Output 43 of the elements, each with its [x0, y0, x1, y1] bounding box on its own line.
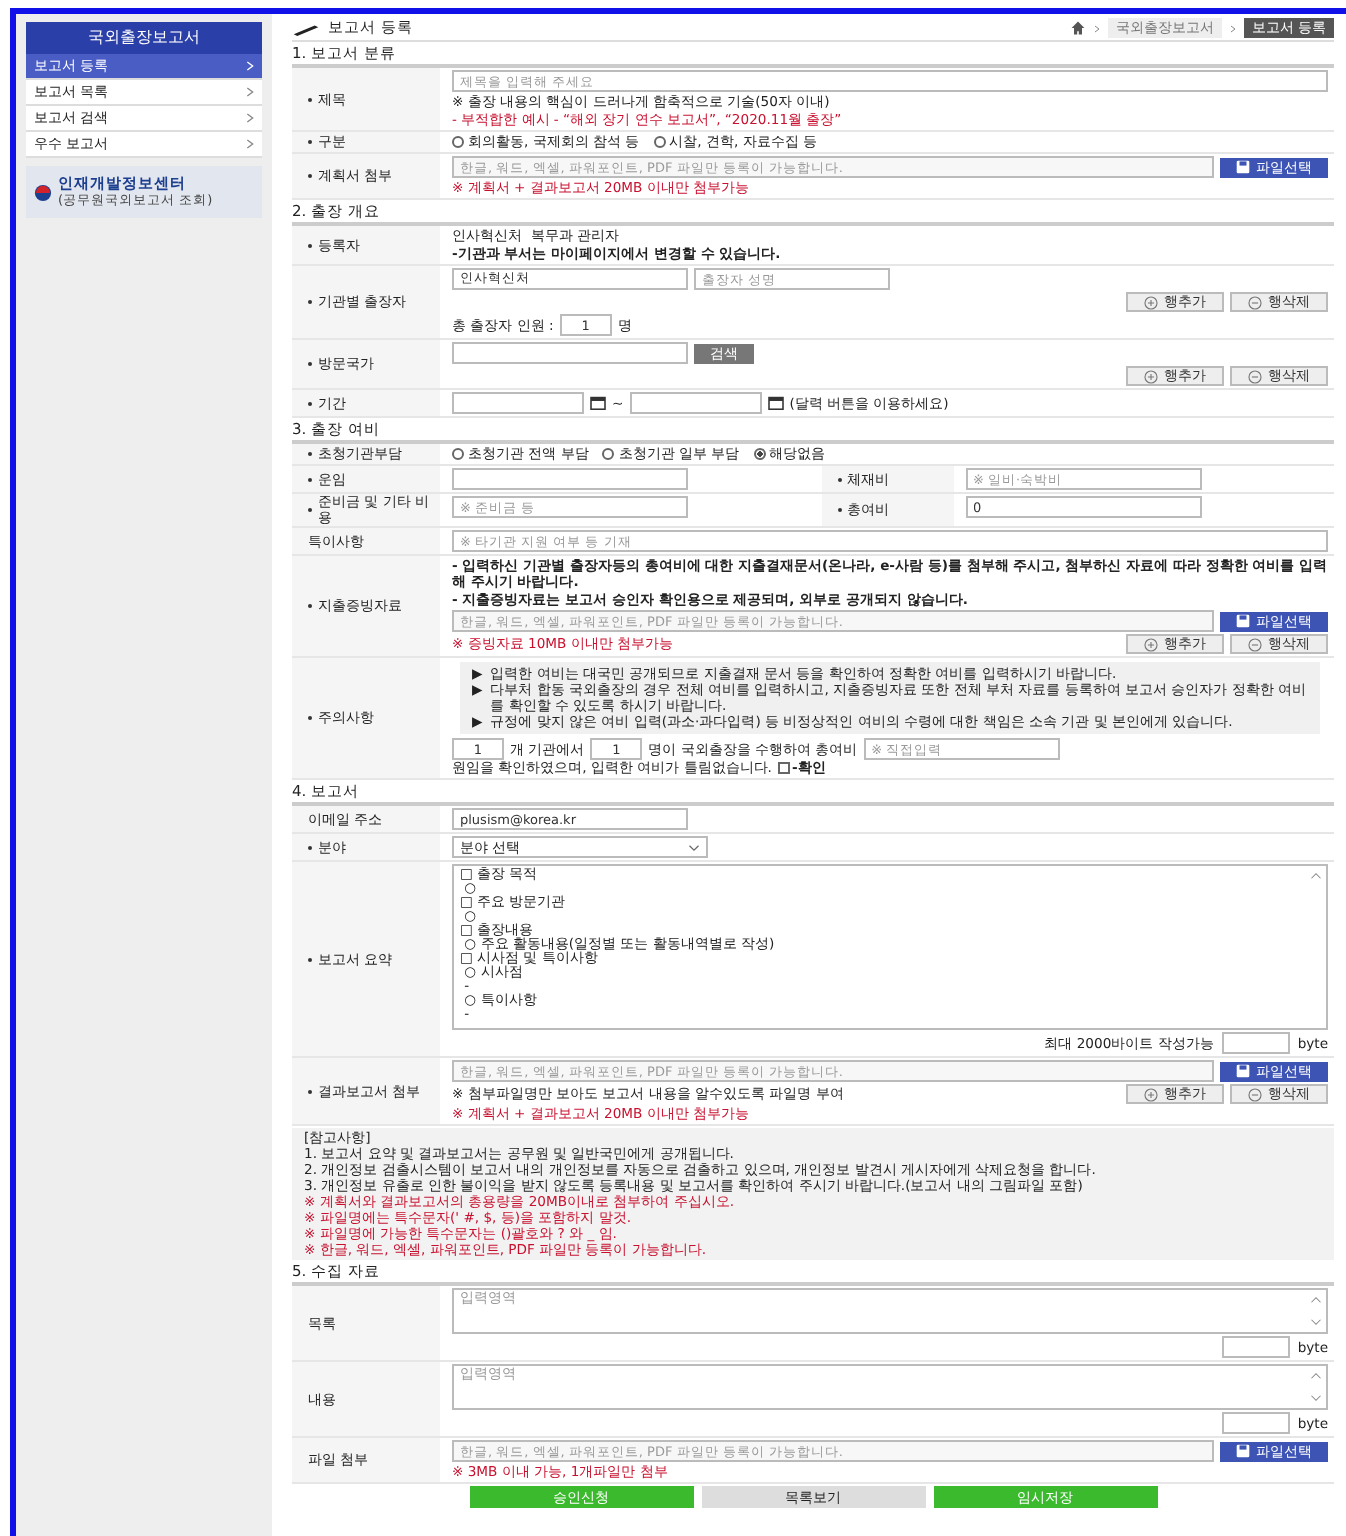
input-field[interactable] — [452, 468, 688, 490]
byte-count-field[interactable] — [1221, 1032, 1290, 1054]
caret-icon — [688, 843, 700, 851]
radio-button[interactable] — [452, 136, 464, 148]
emblem-icon — [34, 183, 52, 201]
chevron-icon — [1229, 23, 1236, 33]
radio-button[interactable] — [753, 448, 766, 460]
minus-circle-icon — [1248, 1087, 1262, 1101]
calendar-icon[interactable] — [590, 396, 606, 410]
floppy-icon — [1236, 1064, 1250, 1078]
plus-circle-icon — [1144, 369, 1158, 383]
date-field[interactable] — [629, 392, 762, 414]
minus-circle-icon — [1248, 369, 1262, 383]
scroll-up-icon[interactable] — [1310, 872, 1322, 880]
chevron-icon — [246, 60, 254, 72]
plus-circle-icon — [1144, 295, 1158, 309]
chevron-icon — [1093, 23, 1100, 33]
calendar-icon[interactable] — [767, 396, 784, 410]
radio-button[interactable] — [602, 448, 615, 460]
chevron-icon — [246, 112, 254, 124]
byte-count-field[interactable] — [1221, 1336, 1290, 1358]
scroll-down-icon[interactable] — [1310, 1394, 1322, 1402]
date-field[interactable] — [452, 392, 584, 414]
plus-circle-icon — [1144, 637, 1158, 651]
floppy-icon — [1236, 614, 1250, 628]
chevron-icon — [246, 86, 254, 98]
floppy-icon — [1236, 160, 1250, 174]
chevron-icon — [246, 138, 254, 150]
minus-circle-icon — [1248, 637, 1262, 651]
pencil-icon — [292, 21, 320, 35]
radio-button[interactable] — [452, 448, 464, 460]
sidebar-title: 국외출장보고서 — [26, 22, 262, 54]
input-field[interactable] — [452, 342, 688, 364]
scroll-up-icon[interactable] — [1310, 1372, 1322, 1380]
home-icon[interactable] — [1069, 20, 1086, 36]
radio-button[interactable] — [653, 136, 666, 148]
checkbox[interactable] — [777, 762, 790, 774]
byte-count-field[interactable] — [1221, 1412, 1290, 1434]
minus-circle-icon — [1248, 295, 1262, 309]
floppy-icon — [1236, 1444, 1250, 1458]
plus-circle-icon — [1144, 1087, 1158, 1101]
scroll-down-icon[interactable] — [1310, 1318, 1322, 1326]
scroll-up-icon[interactable] — [1310, 1296, 1322, 1304]
